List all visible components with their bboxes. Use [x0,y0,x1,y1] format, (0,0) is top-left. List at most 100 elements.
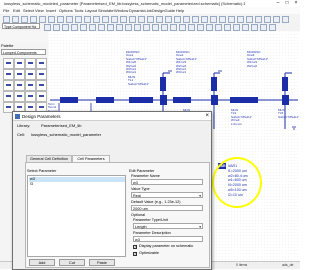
toolbar-tool-icon[interactable] [251,24,258,31]
component-library-input[interactable]: Type Component Ha [2,23,40,29]
toolbar-tool-icon[interactable] [147,16,154,23]
toolbar-tool-icon[interactable] [165,16,172,23]
toolbar-tool-icon[interactable] [282,16,289,23]
toolbar-tool-icon[interactable] [62,24,69,31]
palette-component-icon[interactable] [25,91,36,102]
palette-component-icon[interactable] [14,80,25,91]
toolbar-tool-icon[interactable] [89,24,96,31]
toolbar-tool-icon[interactable] [206,24,213,31]
palette-library-select[interactable]: Lumped-Components [1,49,46,55]
toolbar-tool-icon[interactable] [138,16,145,23]
toolbar-tool-icon[interactable] [98,24,105,31]
toolbar-tool-icon[interactable] [71,24,78,31]
menu-layout[interactable]: Layout [85,8,97,13]
palette-component-icon[interactable] [36,69,47,80]
toolbar-tool-icon[interactable] [188,24,195,31]
parameter-list-item[interactable]: l3 [29,182,125,187]
menu-options[interactable]: Options [59,8,73,13]
menu-file[interactable]: File [3,8,9,13]
palette-component-icon[interactable] [3,69,14,80]
toolbar-tool-icon[interactable] [183,16,190,23]
toolbar-tool-icon[interactable] [156,16,163,23]
palette-component-icon[interactable] [36,80,47,91]
menu-edit[interactable]: Edit [13,8,20,13]
toolbar-tool-icon[interactable] [116,24,123,31]
add-button[interactable]: Add [29,259,55,266]
parameter-name-field[interactable]: w3 [131,179,203,185]
toolbar-tool-icon[interactable] [75,16,82,23]
toolbar-tool-icon[interactable] [210,16,217,23]
dialog-close-icon[interactable]: × [205,112,209,120]
menu-select[interactable]: Select [23,8,34,13]
toolbar-tool-icon[interactable] [237,16,244,23]
palette-component-icon[interactable] [14,91,25,102]
toolbar-tool-icon[interactable] [120,16,127,23]
palette-component-icon[interactable] [25,58,36,69]
toolbar-tool-icon[interactable] [80,24,87,31]
toolbar-tool-icon[interactable] [84,16,91,23]
paste-button[interactable]: Paste [89,259,115,266]
tab-general-cell-definition[interactable]: General Cell Definition [26,155,72,162]
toolbar-tool-icon[interactable] [233,24,240,31]
toolbar-tool-icon[interactable] [93,16,100,23]
toolbar-tool-icon[interactable] [57,16,64,23]
menu-tools[interactable]: Tools [74,8,83,13]
default-value-field[interactable]: 2000 um [131,205,203,211]
menu-simulate[interactable]: Simulate [98,8,114,13]
toolbar-tool-icon[interactable] [102,16,109,23]
palette-component-icon[interactable] [25,69,36,80]
menu-view[interactable]: View [35,8,44,13]
toolbar-tool-icon[interactable] [228,16,235,23]
cut-button[interactable]: Cut [59,259,85,266]
menu-help[interactable]: Help [176,8,184,13]
toolbar-tool-icon[interactable] [44,24,51,31]
palette-component-icon[interactable] [3,58,14,69]
toolbar-tool-icon[interactable] [152,24,159,31]
toolbar-tool-icon[interactable] [179,24,186,31]
palette-component-icon[interactable] [25,80,36,91]
toolbar-tool-icon[interactable] [219,16,226,23]
toolbar-tool-icon[interactable] [39,16,46,23]
toolbar-tool-icon[interactable] [12,16,19,23]
menu-insert[interactable]: Insert [46,8,56,13]
palette-component-icon[interactable] [36,91,47,102]
toolbar-tool-icon[interactable] [143,24,150,31]
toolbar-tool-icon[interactable] [273,16,280,23]
toolbar-tool-icon[interactable] [269,24,276,31]
toolbar-tool-icon[interactable] [129,16,136,23]
toolbar-tool-icon[interactable] [111,16,118,23]
toolbar-tool-icon[interactable] [161,24,168,31]
toolbar-tool-icon[interactable] [170,24,177,31]
toolbar-tool-icon[interactable] [30,16,37,23]
toolbar-tool-icon[interactable] [125,24,132,31]
toolbar-tool-icon[interactable] [224,24,231,31]
toolbar-tool-icon[interactable] [21,16,28,23]
toolbar-tool-icon[interactable] [107,24,114,31]
menu-dynamiclink[interactable]: DynamicLink [129,8,152,13]
toolbar-tool-icon[interactable] [201,16,208,23]
palette-component-icon[interactable] [3,91,14,102]
tab-cell-parameters[interactable]: Cell Parameters [72,155,110,162]
parameter-type-select[interactable]: Length ▾ [133,223,203,229]
toolbar-tool-icon[interactable] [255,16,262,23]
menu-window[interactable]: Window [114,8,128,13]
optimizable-checkbox[interactable] [133,251,137,256]
value-type-select[interactable]: Real ▾ [131,192,203,198]
toolbar-tool-icon[interactable] [3,16,10,23]
palette-component-icon[interactable] [14,58,25,69]
toolbar-tool-icon[interactable] [48,16,55,23]
maximize-button[interactable]: □ [283,0,291,7]
toolbar-tool-icon[interactable] [242,24,249,31]
palette-component-icon[interactable] [14,69,25,80]
close-button[interactable]: × [292,0,300,7]
toolbar-tool-icon[interactable] [264,16,271,23]
toolbar-tool-icon[interactable] [174,16,181,23]
toolbar-tool-icon[interactable] [53,24,60,31]
toolbar-tool-icon[interactable] [215,24,222,31]
menu-designguide[interactable]: DesignGuide [152,8,175,13]
minimize-button[interactable]: – [274,0,282,7]
parameter-description-field[interactable]: w3 [133,236,203,242]
toolbar-tool-icon[interactable] [260,24,267,31]
toolbar-tool-icon[interactable] [134,24,141,31]
display-parameter-checkbox[interactable] [133,244,137,249]
